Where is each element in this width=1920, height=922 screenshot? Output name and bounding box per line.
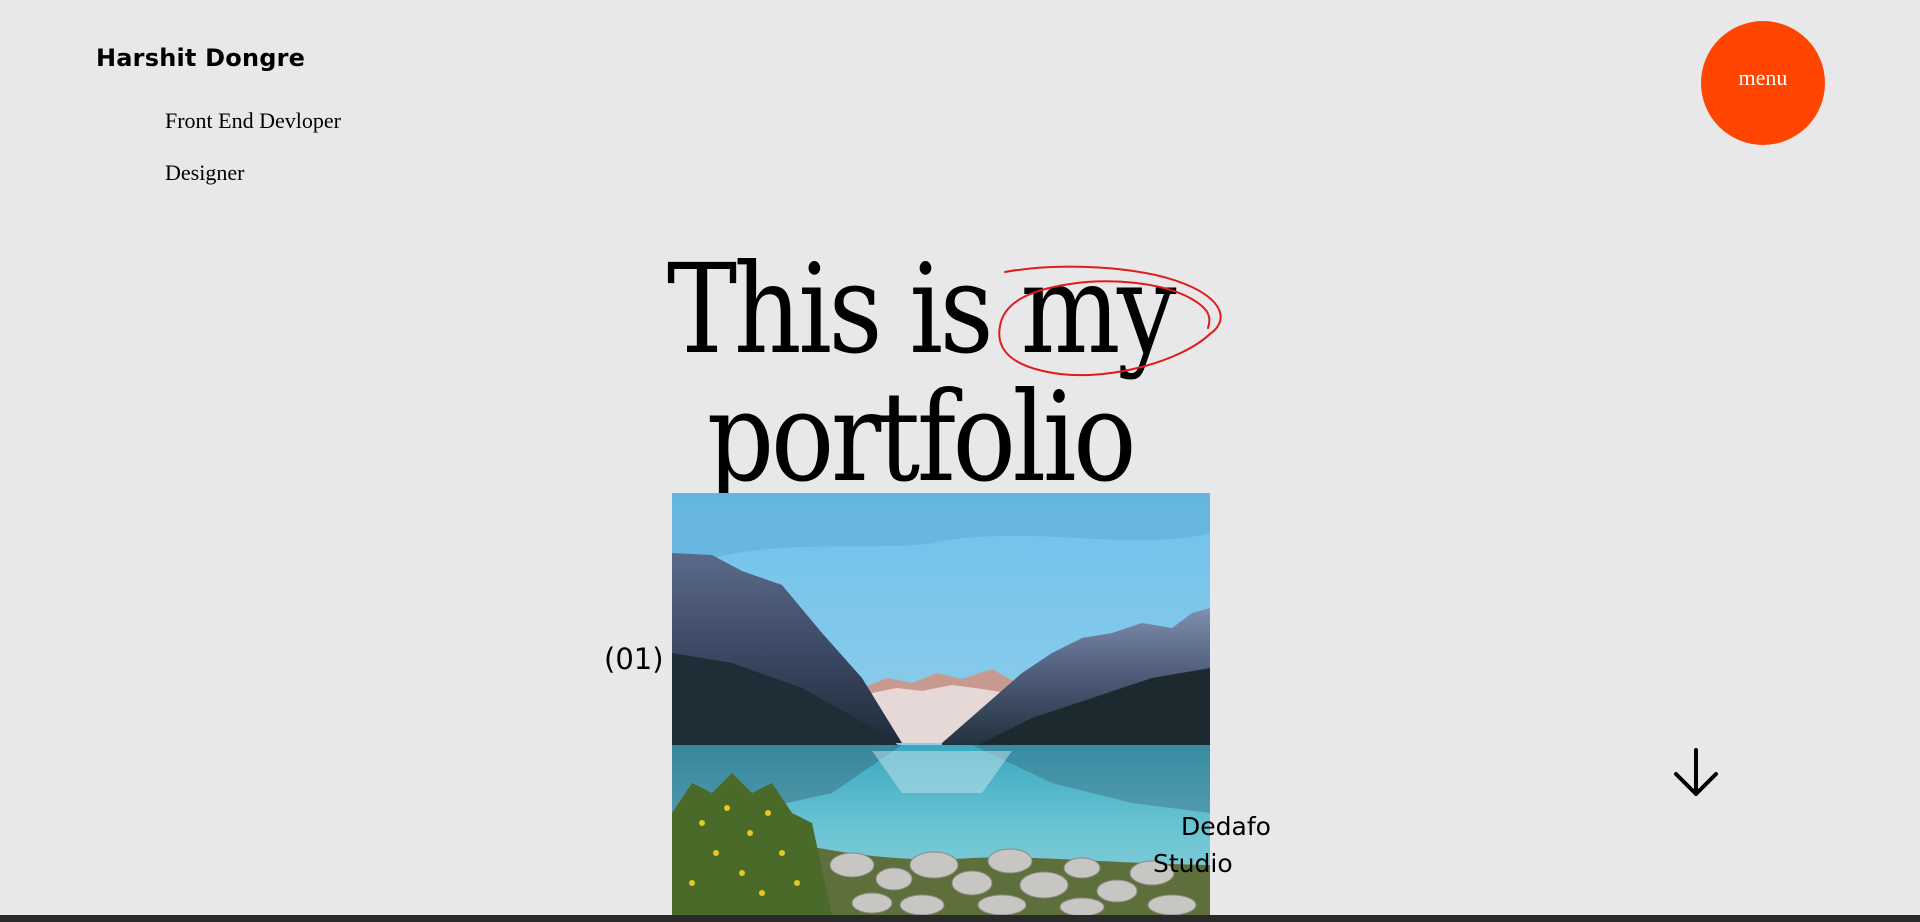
hero-title-line-1: This is my — [666, 238, 1177, 382]
menu-button[interactable]: menu — [1701, 21, 1825, 145]
hero-title-line-2: portfolio — [706, 366, 1137, 510]
brand-name: Harshit Dongre — [96, 44, 306, 72]
mountain-lake-photo — [672, 493, 1210, 916]
project-index: (01) — [604, 642, 664, 676]
hero-title: This is my portfolio — [614, 246, 1226, 502]
studio-label-line-1[interactable]: Dedafo — [1181, 814, 1271, 839]
role-frontend: Front End Devloper — [165, 108, 341, 133]
bottom-bar — [0, 915, 1920, 922]
role-designer: Designer — [165, 160, 245, 185]
arrow-down-icon[interactable] — [1668, 746, 1724, 802]
project-photo[interactable] — [672, 493, 1210, 916]
studio-label-line-2[interactable]: Studio — [1153, 851, 1233, 876]
